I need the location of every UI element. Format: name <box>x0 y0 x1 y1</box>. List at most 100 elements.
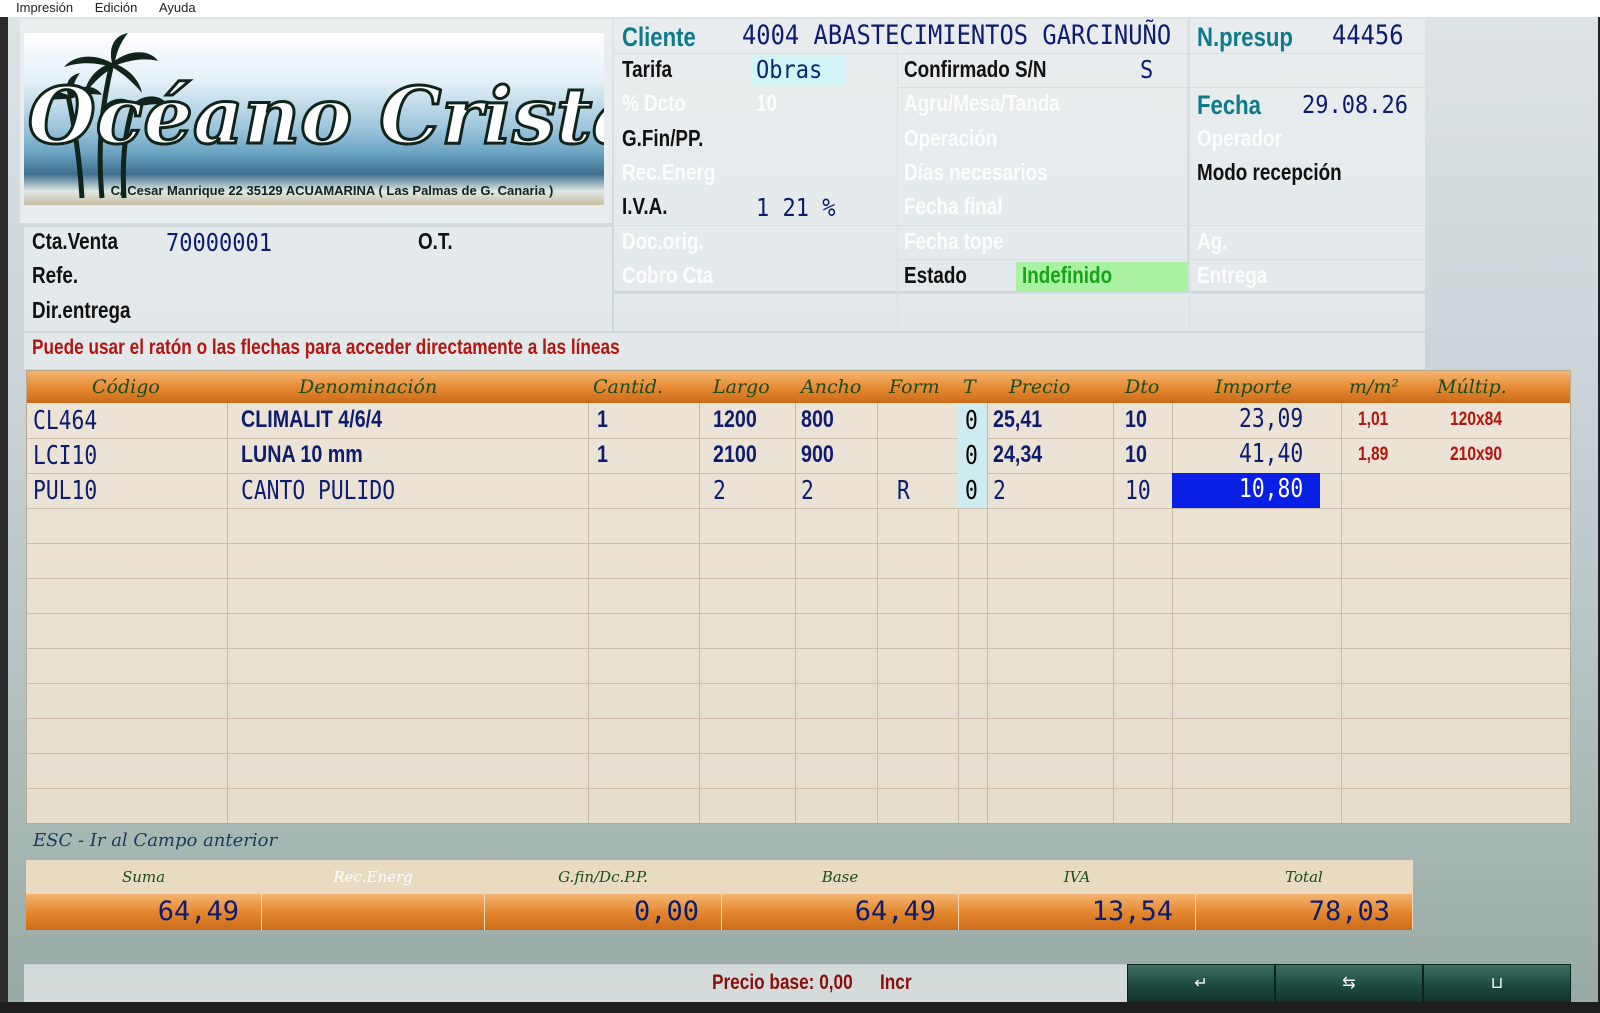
palm-trees-icon: Océano Cristal C/ Cesar Manrique 22 3512… <box>26 33 604 199</box>
total-iva-label: IVA <box>959 860 1195 894</box>
ctaventa-value[interactable]: 70000001 <box>166 228 272 257</box>
total-total-label: Total <box>1196 860 1412 894</box>
menu-ayuda[interactable]: Ayuda <box>159 0 196 15</box>
iva-label: I.V.A. <box>622 193 668 219</box>
esc-hint: ESC - Ir al Campo anterior <box>33 830 278 851</box>
swap-button[interactable]: ⇆ <box>1275 964 1423 1004</box>
incr-text: Incr <box>880 971 912 994</box>
col-denominacion[interactable]: Denominación <box>299 376 437 398</box>
estado-value: Indefinido <box>1022 262 1113 288</box>
cell-t: 0 <box>965 406 978 436</box>
enter-icon: ↵ <box>1194 975 1208 992</box>
col-dto[interactable]: Dto <box>1125 376 1159 398</box>
docorig-label: Doc.orig. <box>622 228 704 254</box>
direccion-panel <box>614 293 1425 331</box>
total-suma-value: 64,49 <box>26 894 261 930</box>
cell-importe: 10,80 <box>1239 474 1304 504</box>
tarifa-label: Tarifa <box>622 56 672 82</box>
cell-dto: 10 <box>1125 406 1147 433</box>
col-importe[interactable]: Importe <box>1215 376 1292 398</box>
col-cantid[interactable]: Cantid. <box>593 376 663 398</box>
iva-value[interactable]: 1 21 % <box>756 193 835 222</box>
total-base: Base 64,49 <box>722 860 959 930</box>
table-row[interactable]: LCI10 LUNA 10 mm 1 2100 900 0 24,34 10 4… <box>27 438 1570 473</box>
logo-address: C/ Cesar Manrique 22 35129 ACUAMARINA ( … <box>111 183 554 198</box>
col-precio[interactable]: Precio <box>1009 376 1070 398</box>
logo-brand-text: Océano Cristal <box>28 71 604 162</box>
cliente-value[interactable]: 4004 ABASTECIMIENTOS GARCINUÑO <box>742 20 1171 51</box>
cell-cantid: 1 <box>597 441 608 468</box>
cell-largo: 2 <box>713 476 726 506</box>
totals-panel: Suma 64,49 Rec.Energ G.fin/Dc.P.P. 0,00 … <box>26 860 1413 930</box>
total-gfin-label: G.fin/Dc.P.P. <box>485 860 721 894</box>
col-multip[interactable]: Múltip. <box>1437 376 1507 398</box>
cell-codigo: LCI10 <box>33 441 98 471</box>
cell-precio: 24,34 <box>993 441 1043 468</box>
total-suma: Suma 64,49 <box>26 860 262 930</box>
cell-dto: 10 <box>1125 441 1147 468</box>
cell-precio: 25,41 <box>993 406 1043 433</box>
npresup-label: N.presup <box>1197 22 1293 52</box>
npresup-value[interactable]: 44456 <box>1332 20 1404 51</box>
entrega-label: Entrega <box>1197 262 1268 288</box>
menu-impresion[interactable]: Impresión <box>16 0 73 15</box>
cell-ancho: 800 <box>801 406 834 433</box>
confirmado-value[interactable]: S <box>1140 55 1153 84</box>
col-form[interactable]: Form <box>889 376 940 398</box>
cell-ancho: 900 <box>801 441 834 468</box>
cell-precio: 2 <box>993 476 1006 506</box>
modo-recepcion-label: Modo recepción <box>1197 159 1342 185</box>
total-recenerg-label: Rec.Energ <box>262 860 484 894</box>
cell-importe: 23,09 <box>1239 404 1304 434</box>
cell-multip: 120x84 <box>1450 409 1502 430</box>
dcto-label: % Dcto <box>622 90 686 116</box>
cell-largo: 1200 <box>713 406 757 433</box>
table-row[interactable]: PUL10 CANTO PULIDO 2 2 R 0 2 10 10,80 <box>27 473 1570 508</box>
cell-t: 0 <box>965 441 978 471</box>
dias-label: Días necesarios <box>904 159 1048 185</box>
operacion-label: Operación <box>904 125 998 151</box>
cell-form: R <box>897 476 910 506</box>
cobrocta-label: Cobro Cta <box>622 262 714 288</box>
bottom-window-strip <box>0 1002 1600 1013</box>
basket-button[interactable]: ⊔ <box>1423 964 1571 1004</box>
menu-edicion[interactable]: Edición <box>95 0 138 15</box>
lines-table: Código Denominación Cantid. Largo Ancho … <box>26 370 1571 824</box>
ag-label: Ag. <box>1197 228 1228 254</box>
cell-cantid: 1 <box>597 406 608 433</box>
cell-importe: 41,40 <box>1239 439 1304 469</box>
col-codigo[interactable]: Código <box>92 376 160 398</box>
cliente-label: Cliente <box>622 22 696 52</box>
col-t[interactable]: T <box>963 376 976 398</box>
cell-denominacion: LUNA 10 mm <box>241 441 363 468</box>
basket-icon: ⊔ <box>1490 975 1504 992</box>
cell-denominacion: CLIMALIT 4/6/4 <box>241 406 383 433</box>
cell-codigo: PUL10 <box>33 476 98 506</box>
ot-label: O.T. <box>418 228 453 254</box>
enter-button[interactable]: ↵ <box>1127 964 1275 1004</box>
cell-largo: 2100 <box>713 441 757 468</box>
precio-base-text: Precio base: 0,00 <box>712 971 853 994</box>
confirmado-label: Confirmado S/N <box>904 56 1047 82</box>
table-row[interactable]: CL464 CLIMALIT 4/6/4 1 1200 800 0 25,41 … <box>27 403 1570 438</box>
cell-m2: 1,89 <box>1358 444 1389 465</box>
fechafinal-label: Fecha final <box>904 193 1003 219</box>
col-m2[interactable]: m/m² <box>1349 376 1399 398</box>
cell-denominacion: CANTO PULIDO <box>241 476 396 506</box>
total-total: Total 78,03 <box>1196 860 1413 930</box>
col-largo[interactable]: Largo <box>713 376 770 398</box>
total-recenerg: Rec.Energ <box>262 860 485 930</box>
gfin-label: G.Fin/PP. <box>622 125 704 151</box>
ctaventa-label: Cta.Venta <box>32 228 118 254</box>
dcto-value[interactable]: 10 <box>756 90 777 117</box>
fecha-value[interactable]: 29.08.26 <box>1302 90 1408 119</box>
refe-label: Refe. <box>32 262 79 288</box>
table-header: Código Denominación Cantid. Largo Ancho … <box>27 371 1570 403</box>
total-iva-value: 13,54 <box>959 894 1195 930</box>
cell-t: 0 <box>965 476 978 506</box>
swap-icon: ⇆ <box>1342 975 1356 992</box>
total-base-label: Base <box>722 860 958 894</box>
col-ancho[interactable]: Ancho <box>801 376 861 398</box>
tarifa-value: Obras <box>756 55 823 84</box>
fecha-label: Fecha <box>1197 90 1261 120</box>
